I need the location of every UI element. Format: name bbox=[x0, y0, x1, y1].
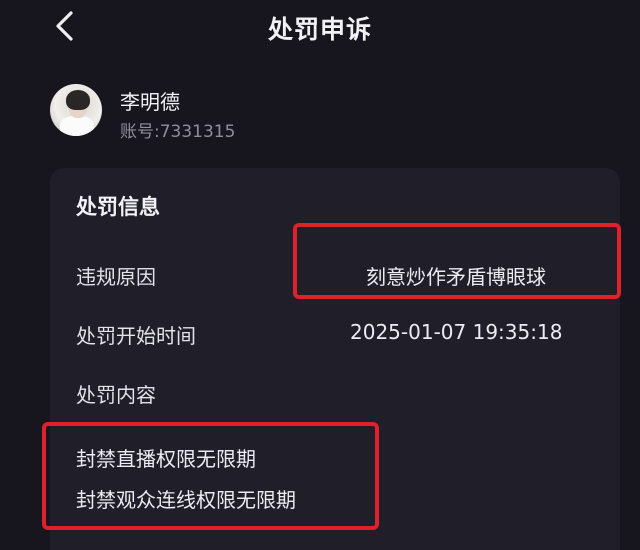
user-account-id: 账号:7331315 bbox=[120, 122, 236, 142]
avatar bbox=[50, 84, 102, 136]
start-time-value: 2025-01-07 19:35:18 bbox=[350, 320, 563, 344]
start-time-label: 处罚开始时间 bbox=[76, 324, 196, 348]
punishment-content-item: 封禁直播权限无限期 bbox=[76, 447, 256, 471]
content-highlight-box bbox=[42, 422, 379, 530]
section-title: 处罚信息 bbox=[76, 195, 160, 219]
punishment-content-label: 处罚内容 bbox=[76, 383, 156, 407]
user-name: 李明德 bbox=[120, 90, 180, 114]
top-nav-bar: 处罚申诉 bbox=[0, 0, 640, 54]
page-title: 处罚申诉 bbox=[267, 15, 372, 44]
violation-reason-label: 违规原因 bbox=[76, 265, 156, 289]
punishment-content-item: 封禁观众连线权限无限期 bbox=[76, 488, 296, 512]
violation-reason-value: 刻意炒作矛盾博眼球 bbox=[366, 265, 546, 289]
